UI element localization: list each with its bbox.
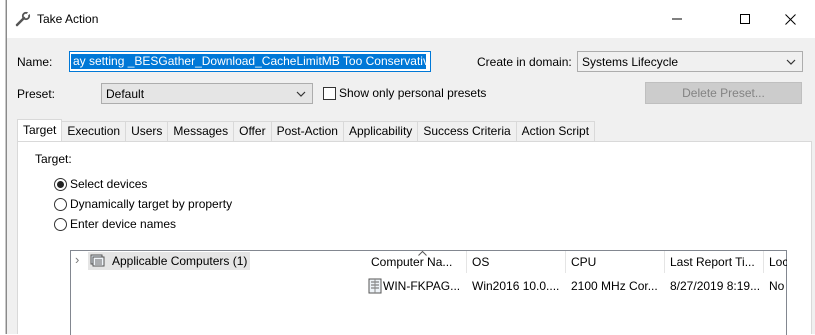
cell-locked: No	[769, 279, 785, 293]
preset-label: Preset:	[17, 87, 56, 101]
enter-device-names-label: Enter device names	[70, 217, 177, 231]
target-tab-panel: Target: Select devices Dynamically targe…	[17, 141, 812, 335]
tree-item-label: Applicable Computers (1)	[112, 254, 248, 268]
tab-offer[interactable]: Offer	[233, 121, 272, 141]
delete-preset-button[interactable]: Delete Preset...	[645, 82, 802, 104]
create-in-domain-label: Create in domain:	[477, 55, 572, 69]
cell-cpu: 2100 MHz Cor...	[571, 279, 658, 293]
window-title: Take Action	[37, 12, 99, 26]
tree-expander[interactable]: ›	[75, 252, 79, 267]
tab-applicability[interactable]: Applicability	[342, 121, 419, 141]
computer-list: Computer Na... OS CPU Last Report Ti... …	[366, 250, 787, 335]
close-button[interactable]	[767, 5, 813, 33]
table-row[interactable]: WIN-FKPAG... Win2016 10.0.... 2100 MHz C…	[366, 251, 787, 299]
domain-select[interactable]: Systems Lifecycle	[577, 51, 803, 72]
title-bar[interactable]: Take Action	[7, 0, 815, 38]
cell-computer-name: WIN-FKPAG...	[383, 279, 461, 293]
domain-select-value: Systems Lifecycle	[582, 55, 679, 69]
cell-os: Win2016 10.0....	[472, 279, 560, 293]
name-input[interactable]: ay setting _BESGather_Download_CacheLimi…	[69, 51, 431, 72]
chevron-down-icon	[786, 56, 796, 70]
target-heading: Target:	[35, 152, 72, 166]
chevron-down-icon	[296, 88, 306, 102]
tree-item-applicable-computers[interactable]: Applicable Computers (1)	[88, 252, 250, 270]
tab-users[interactable]: Users	[125, 121, 169, 141]
dynamic-target-radio[interactable]	[54, 198, 67, 211]
tab-strip: Target Execution Users Messages Offer Po…	[17, 119, 596, 141]
name-input-value: ay setting _BESGather_Download_CacheLimi…	[71, 54, 426, 69]
maximize-button[interactable]	[722, 5, 768, 33]
show-personal-presets-checkbox[interactable]	[323, 87, 336, 100]
preset-select[interactable]: Default	[101, 83, 313, 104]
select-devices-radio[interactable]	[54, 178, 67, 191]
tab-execution[interactable]: Execution	[61, 121, 127, 141]
take-action-dialog: Take Action Name: ay setting _BESGather_…	[6, 0, 815, 335]
show-personal-presets-label: Show only personal presets	[339, 86, 487, 100]
name-label: Name:	[17, 55, 53, 69]
tab-success-criteria[interactable]: Success Criteria	[417, 121, 517, 141]
tab-action-script[interactable]: Action Script	[515, 121, 596, 141]
tab-target[interactable]: Target	[17, 119, 63, 141]
computer-group-tree: › Applicable Computers (1)	[70, 250, 366, 335]
preset-select-value: Default	[106, 87, 145, 101]
tab-post-action[interactable]: Post-Action	[270, 121, 344, 141]
delete-preset-label: Delete Preset...	[682, 86, 765, 100]
tab-messages[interactable]: Messages	[167, 121, 235, 141]
enter-device-names-radio[interactable]	[54, 218, 67, 231]
cell-last-report-time: 8/27/2019 8:19...	[670, 279, 761, 293]
select-devices-label: Select devices	[70, 177, 148, 191]
wrench-icon	[15, 11, 31, 27]
dynamic-target-label: Dynamically target by property	[70, 197, 233, 211]
minimize-button[interactable]	[654, 5, 700, 33]
computer-group-icon	[90, 253, 106, 272]
